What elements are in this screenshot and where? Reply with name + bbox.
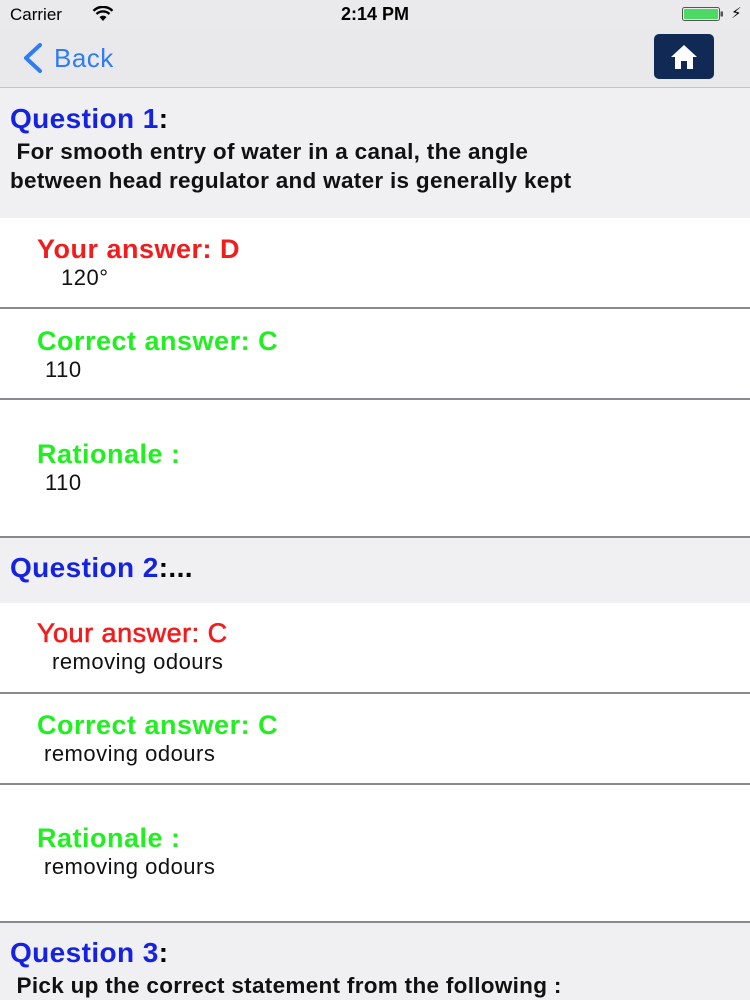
charging-icon: ⚡ — [731, 5, 742, 22]
home-button[interactable] — [654, 34, 714, 79]
correct-answer-label: Correct answer: C — [37, 710, 279, 740]
your-answer-text: removing odours — [52, 649, 224, 674]
navigation-bar: Back — [0, 28, 750, 88]
back-button[interactable]: Back — [20, 38, 114, 78]
back-label: Back — [54, 42, 114, 73]
question-header: Question 2:... — [0, 538, 750, 603]
rationale-text: 110 — [45, 470, 82, 495]
correct-answer-label: Correct answer: C — [37, 326, 279, 356]
rationale-cell[interactable]: Rationale : removing odours — [0, 785, 750, 923]
question-header: Question 3: Pick up the correct statemen… — [0, 923, 750, 1000]
rationale-cell[interactable]: Rationale : 110 — [0, 400, 750, 538]
your-answer-text: 120° — [61, 265, 109, 290]
rationale-label: Rationale : — [37, 823, 181, 853]
question-header: Question 1: For smooth entry of water in… — [0, 89, 750, 218]
clock: 2:14 PM — [340, 4, 410, 24]
correct-answer-text: removing odours — [44, 741, 216, 766]
rationale-text: removing odours — [44, 854, 216, 879]
battery-icon — [682, 7, 723, 21]
rationale-label: Rationale : — [37, 439, 181, 469]
question-title: Question 3: — [10, 937, 169, 968]
results-list[interactable]: Question 1: For smooth entry of water in… — [0, 89, 750, 1000]
correct-answer-cell[interactable]: Correct answer: C removing odours — [0, 694, 750, 785]
your-answer-label: Your answer: C — [37, 618, 228, 649]
your-answer-cell[interactable]: Your answer: C removing odours — [0, 603, 750, 694]
question-title: Question 1: — [10, 103, 169, 134]
home-icon — [671, 44, 697, 69]
correct-answer-text: 110 — [45, 357, 82, 382]
chevron-left-icon — [24, 43, 42, 73]
question-text: Pick up the correct statement from the f… — [10, 973, 562, 998]
your-answer-cell[interactable]: Your answer: D 120° — [0, 218, 750, 309]
question-title: Question 2:... — [10, 552, 193, 583]
status-bar: Carrier 2:14 PM ⚡ — [0, 0, 750, 28]
correct-answer-cell[interactable]: Correct answer: C 110 — [0, 309, 750, 400]
your-answer-label: Your answer: D — [37, 234, 241, 264]
question-text: For smooth entry of water in a canal, th… — [10, 139, 572, 193]
